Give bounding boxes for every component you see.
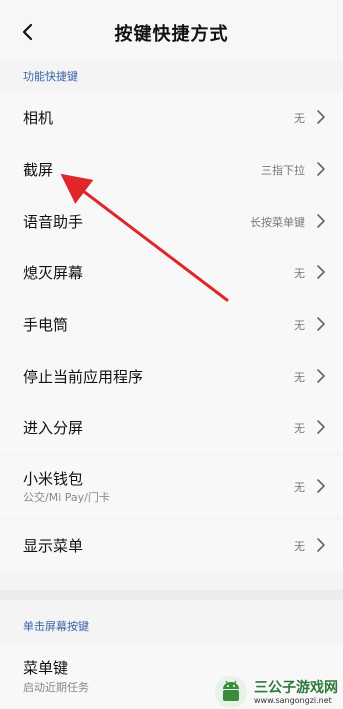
setting-row-mi-wallet[interactable]: 小米钱包 公交/Mi Pay/门卡 无 [0, 455, 343, 517]
setting-value: 长按菜单键 [250, 216, 305, 229]
top-bar: 按键快捷方式 [0, 0, 343, 62]
setting-row-show-menu[interactable]: 显示菜单 无 [0, 519, 343, 571]
section-label-screen-keys: 单击屏幕按键 [23, 620, 89, 633]
setting-row-split-screen[interactable]: 进入分屏 无 [0, 401, 343, 453]
setting-row-screen-off[interactable]: 熄灭屏幕 无 [0, 246, 343, 298]
setting-row-voice-assistant[interactable]: 语音助手 长按菜单键 [0, 195, 343, 247]
chevron-right-icon [317, 214, 325, 228]
setting-label: 语音助手 [23, 213, 84, 231]
setting-value: 无 [294, 481, 305, 494]
setting-row-flashlight[interactable]: 手电筒 无 [0, 298, 343, 350]
setting-row-screenshot[interactable]: 截屏 三指下拉 [0, 143, 343, 195]
setting-value: 无 [294, 267, 305, 280]
android-robot-icon [215, 676, 247, 708]
setting-value: 无 [294, 319, 305, 332]
chevron-right-icon [317, 162, 325, 176]
setting-sublabel: 公交/Mi Pay/门卡 [23, 491, 110, 504]
setting-label: 截屏 [23, 161, 54, 179]
chevron-right-icon [317, 317, 325, 331]
chevron-right-icon [317, 420, 325, 434]
setting-label: 手电筒 [23, 316, 69, 334]
section-divider [0, 590, 343, 600]
setting-label: 相机 [23, 109, 54, 127]
chevron-right-icon [317, 110, 325, 124]
setting-label: 显示菜单 [23, 537, 84, 555]
chevron-right-icon [317, 369, 325, 383]
setting-value: 无 [294, 540, 305, 553]
setting-label: 进入分屏 [23, 419, 84, 437]
chevron-right-icon [317, 265, 325, 279]
page-title: 按键快捷方式 [114, 24, 229, 45]
setting-label: 停止当前应用程序 [23, 368, 144, 386]
watermark-logo: 三公子游戏网 www.sangongzi.net [214, 675, 343, 709]
setting-value: 无 [294, 422, 305, 435]
section-label-function-shortcuts: 功能快捷键 [23, 70, 78, 83]
setting-sublabel: 启动近期任务 [23, 681, 89, 694]
setting-value: 三指下拉 [261, 164, 305, 177]
setting-value: 无 [294, 371, 305, 384]
setting-label: 熄灭屏幕 [23, 264, 84, 282]
setting-row-camera[interactable]: 相机 无 [0, 91, 343, 143]
chevron-right-icon [317, 538, 325, 552]
chevron-right-icon [317, 479, 325, 493]
setting-row-stop-current-app[interactable]: 停止当前应用程序 无 [0, 350, 343, 402]
setting-label: 小米钱包 [23, 470, 84, 488]
setting-value: 无 [294, 112, 305, 125]
setting-label: 菜单键 [23, 659, 69, 677]
watermark-title: 三公子游戏网 [254, 680, 338, 696]
watermark-url: www.sangongzi.net [254, 696, 332, 705]
